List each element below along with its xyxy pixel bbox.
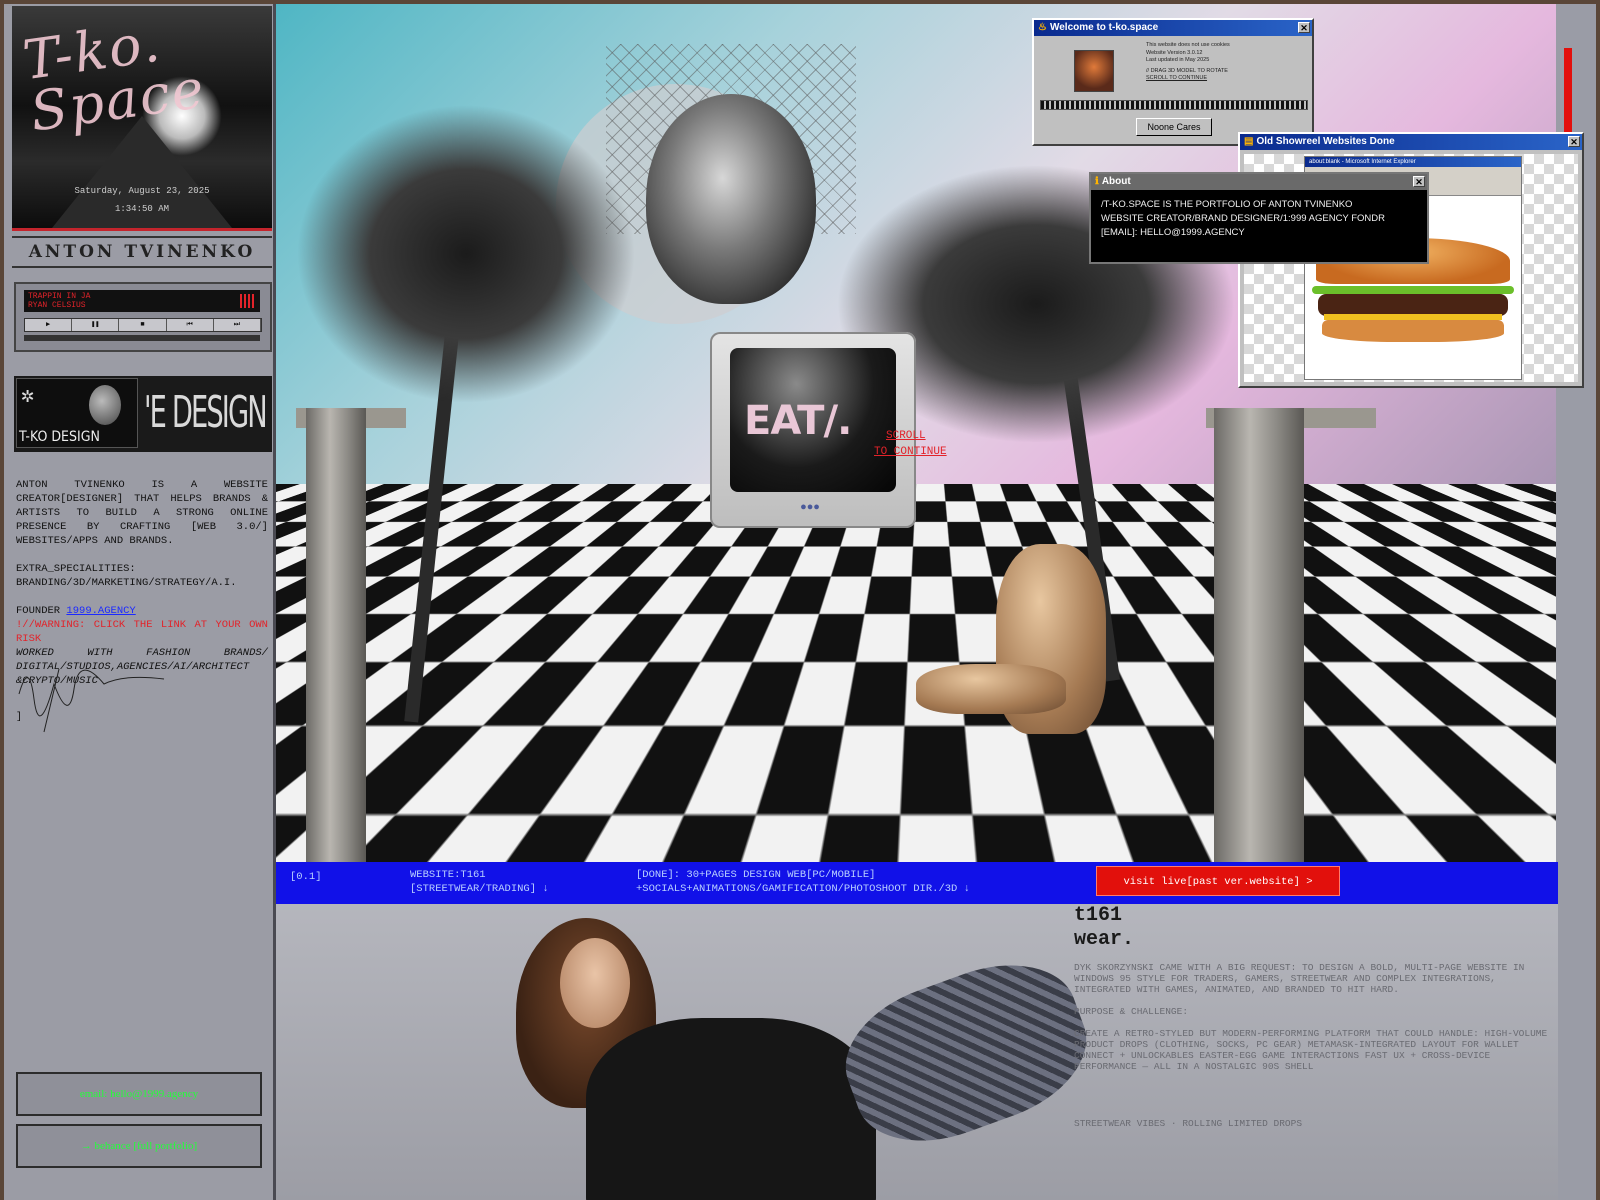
palm-left <box>296 104 636 404</box>
welcome-info: This website does not use cookies Websit… <box>1146 42 1230 83</box>
extra-value: BRANDING/3D/MARKETING/STRATEGY/A.I. <box>16 577 237 589</box>
banner-thumbnail: ✲ T-KO DESIGN <box>16 378 138 448</box>
close-icon[interactable]: ✕ <box>1568 136 1580 147</box>
title-line1: t161 <box>1074 904 1123 927</box>
play-icon[interactable]: ▶ <box>25 319 73 331</box>
pause-icon[interactable]: ❚❚ <box>72 319 120 331</box>
figure-left-legs <box>566 674 716 724</box>
player-display: TRAPPIN IN JA RYAN CELSIUS <box>24 290 260 312</box>
warning-text: !//WARNING: CLICK THE LINK AT YOUR OWN R… <box>16 619 268 645</box>
site-logo: T-ko. Space <box>19 10 210 144</box>
mannequin-head <box>646 94 816 304</box>
previous-icon[interactable]: ⏮ <box>167 319 214 331</box>
scroll-hint: SCROLL TO CONTINUE <box>874 428 947 460</box>
track-artist: RYAN CELSIUS <box>28 301 86 310</box>
window-icon: ▤ <box>1244 136 1254 147</box>
showreel-title: Old Showreel Websites Done <box>1256 136 1395 147</box>
project-index: [0.1] <box>290 871 322 883</box>
pillar-left <box>306 408 366 862</box>
hero-date: Saturday, August 23, 2025 <box>74 186 210 196</box>
scroll-note: SCROLL TO CONTINUE <box>1146 75 1208 81</box>
agency-link[interactable]: 1999.AGENCY <box>66 605 135 617</box>
scroll-hint-line1: SCROLL <box>886 430 926 442</box>
cookie-note: This website does not use cookies <box>1146 42 1230 48</box>
done-line1: [DONE]: 30+PAGES DESIGN WEB[PC/MOBILE] <box>636 869 876 881</box>
loading-bar <box>1040 100 1308 110</box>
player-controls: ▶ ❚❚ ■ ⏮ ⏭ <box>24 318 262 332</box>
figure-left <box>496 560 606 760</box>
welcome-title: Welcome to t-ko.space <box>1049 22 1159 33</box>
scroll-hint-line2: TO CONTINUE <box>874 446 947 458</box>
signature-graphic <box>18 668 165 733</box>
project-bar: [0.1] WEBSITE:T161 [STREETWEAR/TRADING] … <box>276 862 1558 904</box>
pillar-right <box>1214 408 1304 862</box>
noone-cares-button[interactable]: Noone Cares <box>1136 118 1212 136</box>
page-frame: T-ko. Space Saturday, August 23, 2025 1:… <box>4 4 1596 1200</box>
flame-icon: ♨ <box>1038 22 1047 33</box>
drag-note: // DRAG 3D MODEL TO ROTATE <box>1146 67 1228 74</box>
project-description: DYK SKORZYNSKI CAME WITH A BIG REQUEST: … <box>1074 962 1554 1140</box>
project-section: t161 wear. DYK SKORZYNSKI CAME WITH A BI… <box>276 904 1558 1200</box>
star-icon: ✲ <box>21 384 35 409</box>
founder-label: FOUNDER <box>16 605 67 617</box>
website-line2: [STREETWEAR/TRADING] ↓ <box>410 883 549 895</box>
bio-text: ANTON TVINENKO IS A WEBSITE CREATOR[DESI… <box>16 479 268 547</box>
project-done: [DONE]: 30+PAGES DESIGN WEB[PC/MOBILE] +… <box>636 868 970 896</box>
monitor-buttons: ●●● <box>800 502 820 514</box>
design-banner[interactable]: ✲ T-KO DESIGN 'E DESIGN +DEV <box>14 376 272 452</box>
visit-live-button[interactable]: visit live[past ver.website] > <box>1096 866 1340 896</box>
updated-note: Last updated in May 2025 <box>1146 57 1210 63</box>
email-button[interactable]: email: hello@1999.agency <box>16 1072 262 1116</box>
volume-bars-icon <box>240 294 254 308</box>
about-line3: [EMAIL]: HELLO@1999.AGENCY <box>1101 227 1245 238</box>
figure-right-legs <box>916 664 1066 714</box>
pedestal-base <box>708 782 908 862</box>
about-body: /T-KO.SPACE IS THE PORTFOLIO OF ANTON TV… <box>1091 190 1427 248</box>
monitor-text: EAT/. <box>744 398 852 444</box>
head-graphic <box>89 385 121 425</box>
desc-challenge: CREATE A RETRO-STYLED BUT MODERN-PERFORM… <box>1074 1028 1548 1072</box>
welcome-image <box>1074 50 1114 92</box>
info-icon: ℹ <box>1095 176 1099 187</box>
welcome-titlebar[interactable]: ♨ Welcome to t-ko.space ✕ <box>1034 20 1312 36</box>
welcome-window[interactable]: ♨ Welcome to t-ko.space ✕ This website do… <box>1032 18 1314 146</box>
stop-icon[interactable]: ■ <box>119 319 167 331</box>
project-website: WEBSITE:T161 [STREETWEAR/TRADING] ↓ <box>410 868 549 896</box>
extra-label: EXTRA_SPECIALITIES: <box>16 563 136 575</box>
done-line2: +SOCIALS+ANIMATIONS/GAMIFICATION/PHOTOSH… <box>636 883 970 895</box>
desc-purpose-label: PURPOSE & CHALLENGE: <box>1074 1006 1189 1017</box>
showreel-titlebar[interactable]: ▤ Old Showreel Websites Done ✕ <box>1240 134 1582 150</box>
hero-image: T-ko. Space Saturday, August 23, 2025 1:… <box>12 6 272 231</box>
title-line2: wear. <box>1074 928 1135 951</box>
desc-intro: DYK SKORZYNSKI CAME WITH A BIG REQUEST: … <box>1074 962 1525 995</box>
about-titlebar[interactable]: ℹ About ✕ <box>1091 174 1427 190</box>
close-icon[interactable]: ✕ <box>1298 22 1310 33</box>
behance-button[interactable]: → behance [full portfolio] <box>16 1124 262 1168</box>
ie-title: about:blank - Microsoft Internet Explore… <box>1305 157 1521 167</box>
owner-name: ANTON TVINENKO <box>12 236 272 268</box>
banner-big-text: 'E DESIGN +DEV <box>144 387 272 438</box>
seek-bar[interactable] <box>24 335 260 341</box>
closing-bracket: ] <box>16 712 23 723</box>
model-photo <box>516 918 1105 1200</box>
about-title: About <box>1101 176 1131 187</box>
next-icon[interactable]: ⏭ <box>214 319 262 331</box>
about-window[interactable]: ℹ About ✕ /T-KO.SPACE IS THE PORTFOLIO OF… <box>1089 172 1429 264</box>
close-icon[interactable]: ✕ <box>1413 176 1425 187</box>
desc-footer: STREETWEAR VIBES · ROLLING LIMITED DROPS <box>1074 1118 1303 1129</box>
about-line2: WEBSITE CREATOR/BRAND DESIGNER/1:999 AGE… <box>1101 213 1386 224</box>
music-player: TRAPPIN IN JA RYAN CELSIUS ▶ ❚❚ ■ ⏮ ⏭ <box>14 282 272 352</box>
about-line1: /T-KO.SPACE IS THE PORTFOLIO OF ANTON TV… <box>1101 199 1353 210</box>
version-note: Website Version 3.0.12 <box>1146 49 1203 56</box>
sidebar: T-ko. Space Saturday, August 23, 2025 1:… <box>4 4 276 1200</box>
website-line1: WEBSITE:T161 <box>410 869 486 881</box>
project-title: t161 wear. <box>1074 904 1134 952</box>
track-title: TRAPPIN IN JA <box>28 292 91 301</box>
hero-time: 1:34:50 AM <box>114 204 169 214</box>
thumb-label: T-KO DESIGN <box>19 429 100 445</box>
